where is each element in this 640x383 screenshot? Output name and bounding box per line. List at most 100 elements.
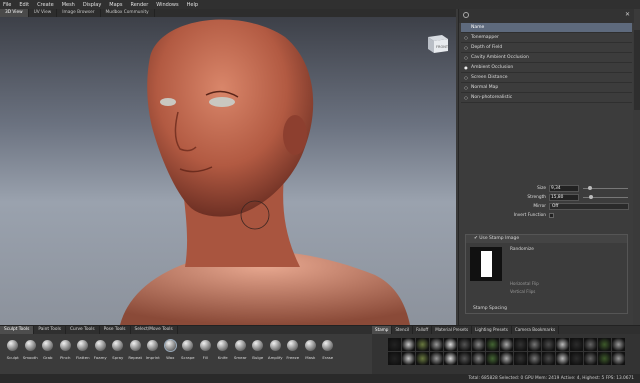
stamp-thumbnail[interactable] xyxy=(472,338,485,351)
menu-item-windows[interactable]: Windows xyxy=(156,2,178,8)
stamp-thumbnail[interactable] xyxy=(514,352,527,365)
use-stamp-checkbox[interactable]: ✔ Use Stamp Image xyxy=(466,235,627,243)
tool-sculpt[interactable]: Sculpt xyxy=(4,336,22,360)
tool-repeat[interactable]: Repeat xyxy=(127,336,145,360)
filter-row[interactable]: ○ Tonemapper xyxy=(461,33,632,43)
stamp-thumbnail[interactable] xyxy=(444,352,457,365)
stamp-thumbnail[interactable] xyxy=(584,338,597,351)
strength-slider[interactable] xyxy=(583,194,628,199)
stamp-thumbnail[interactable] xyxy=(542,352,555,365)
tool-smooth[interactable]: Smooth xyxy=(22,336,40,360)
panel-side-tabs[interactable] xyxy=(634,30,640,110)
stamp-thumbnail[interactable] xyxy=(584,352,597,365)
tool-scrape[interactable]: Scrape xyxy=(179,336,197,360)
stamp-thumbnail[interactable] xyxy=(612,338,625,351)
stamp-tab-stamp[interactable]: Stamp xyxy=(372,326,393,334)
tool-tab-pose-tools[interactable]: Pose Tools xyxy=(100,326,131,334)
stamp-thumbnail[interactable] xyxy=(388,338,401,351)
stamp-thumbnail[interactable] xyxy=(388,352,401,365)
stamp-thumbnail[interactable] xyxy=(598,338,611,351)
stamp-thumbnail[interactable] xyxy=(556,352,569,365)
unchecked-icon[interactable]: ○ xyxy=(461,95,471,100)
menu-item-file[interactable]: File xyxy=(3,2,11,8)
stamp-thumbnail[interactable] xyxy=(416,352,429,365)
filter-row[interactable]: ○ Non-photorealistic xyxy=(461,93,632,103)
stamp-thumbnail[interactable] xyxy=(500,338,513,351)
checked-icon[interactable]: ● xyxy=(461,65,471,70)
stamp-thumbnail[interactable] xyxy=(542,338,555,351)
tool-freeze[interactable]: Freeze xyxy=(284,336,302,360)
tool-bulge[interactable]: Bulge xyxy=(249,336,267,360)
unchecked-icon[interactable]: ○ xyxy=(461,45,471,50)
tool-tab-curve-tools[interactable]: Curve Tools xyxy=(66,326,100,334)
stamp-tab-lighting-presets[interactable]: Lighting Presets xyxy=(472,326,512,334)
strength-field[interactable]: 15,80 xyxy=(549,193,579,201)
stamp-preview[interactable] xyxy=(470,247,502,281)
tab-3d-view[interactable]: 3D View xyxy=(0,9,29,17)
filter-row[interactable]: ○ Depth of Field xyxy=(461,43,632,53)
3d-viewport[interactable]: FRONT xyxy=(0,17,456,325)
tool-tab-select-move-tools[interactable]: Select/Move Tools xyxy=(131,326,178,334)
menu-item-maps[interactable]: Maps xyxy=(109,2,122,8)
tool-amplify[interactable]: Amplify xyxy=(267,336,285,360)
tool-imprint[interactable]: Imprint xyxy=(144,336,162,360)
filter-row[interactable]: ○ Normal Map xyxy=(461,83,632,93)
filter-row[interactable]: ○ Screen Distance xyxy=(461,73,632,83)
menu-item-create[interactable]: Create xyxy=(37,2,54,8)
tool-tab-sculpt-tools[interactable]: Sculpt Tools xyxy=(0,326,35,334)
tool-erase[interactable]: Erase xyxy=(319,336,337,360)
invert-checkbox[interactable] xyxy=(549,212,554,218)
tool-flatten[interactable]: Flatten xyxy=(74,336,92,360)
tool-pinch[interactable]: Pinch xyxy=(57,336,75,360)
tool-foamy[interactable]: Foamy xyxy=(92,336,110,360)
stamp-thumbnail[interactable] xyxy=(444,338,457,351)
tool-knife[interactable]: Knife xyxy=(214,336,232,360)
tool-tab-paint-tools[interactable]: Paint Tools xyxy=(34,326,66,334)
stamp-thumbnail[interactable] xyxy=(556,338,569,351)
menu-item-display[interactable]: Display xyxy=(83,2,101,8)
filter-toggle-icon[interactable] xyxy=(463,12,469,18)
vertical-flip-option[interactable]: Vertical Flips xyxy=(510,289,535,294)
unchecked-icon[interactable]: ○ xyxy=(461,75,471,80)
filter-row[interactable]: ● Ambient Occlusion xyxy=(461,63,632,73)
size-field[interactable]: 9,34 xyxy=(549,184,579,192)
stamp-thumbnail[interactable] xyxy=(500,352,513,365)
stamp-thumbnail[interactable] xyxy=(528,338,541,351)
tool-spray[interactable]: Spray xyxy=(109,336,127,360)
stamp-thumbnail[interactable] xyxy=(430,338,443,351)
stamp-thumbnail[interactable] xyxy=(486,352,499,365)
stamp-thumbnail[interactable] xyxy=(458,352,471,365)
mirror-select[interactable]: Off xyxy=(549,202,629,210)
stamp-thumbnail[interactable] xyxy=(416,338,429,351)
stamp-thumbnail[interactable] xyxy=(612,352,625,365)
menu-item-render[interactable]: Render xyxy=(130,2,148,8)
unchecked-icon[interactable]: ○ xyxy=(461,55,471,60)
stamp-thumbnail[interactable] xyxy=(458,338,471,351)
viewcube-icon[interactable]: FRONT xyxy=(424,29,450,55)
stamp-thumbnail[interactable] xyxy=(598,352,611,365)
stamp-thumbnail[interactable] xyxy=(472,352,485,365)
horizontal-flip-option[interactable]: Horizontal Flip xyxy=(510,281,539,286)
tool-smear[interactable]: Smear xyxy=(232,336,250,360)
menu-item-mesh[interactable]: Mesh xyxy=(62,2,75,8)
tab-uv-view[interactable]: UV View xyxy=(29,9,58,17)
stamp-thumbnail[interactable] xyxy=(430,352,443,365)
stamp-tab-falloff[interactable]: Falloff xyxy=(413,326,433,334)
close-icon[interactable]: ✕ xyxy=(625,11,630,18)
unchecked-icon[interactable]: ○ xyxy=(461,85,471,90)
stamp-thumbnail[interactable] xyxy=(402,338,415,351)
tool-mask[interactable]: Mask xyxy=(302,336,320,360)
tool-fill[interactable]: Fill xyxy=(197,336,215,360)
stamp-thumbnail[interactable] xyxy=(570,338,583,351)
filter-row[interactable]: ○ Cavity Ambient Occlusion xyxy=(461,53,632,63)
tab-image-browser[interactable]: Image Browser xyxy=(57,9,101,17)
tool-grab[interactable]: Grab xyxy=(39,336,57,360)
stamp-thumbnail[interactable] xyxy=(528,352,541,365)
unchecked-icon[interactable]: ○ xyxy=(461,35,471,40)
stamp-thumbnail[interactable] xyxy=(514,338,527,351)
stamp-thumbnail[interactable] xyxy=(402,352,415,365)
menu-item-edit[interactable]: Edit xyxy=(19,2,29,8)
menu-item-help[interactable]: Help xyxy=(187,2,198,8)
tab-mudbox-community[interactable]: Mudbox Community xyxy=(101,9,155,17)
stamp-spacing-label[interactable]: Stamp Spacing xyxy=(465,305,628,313)
